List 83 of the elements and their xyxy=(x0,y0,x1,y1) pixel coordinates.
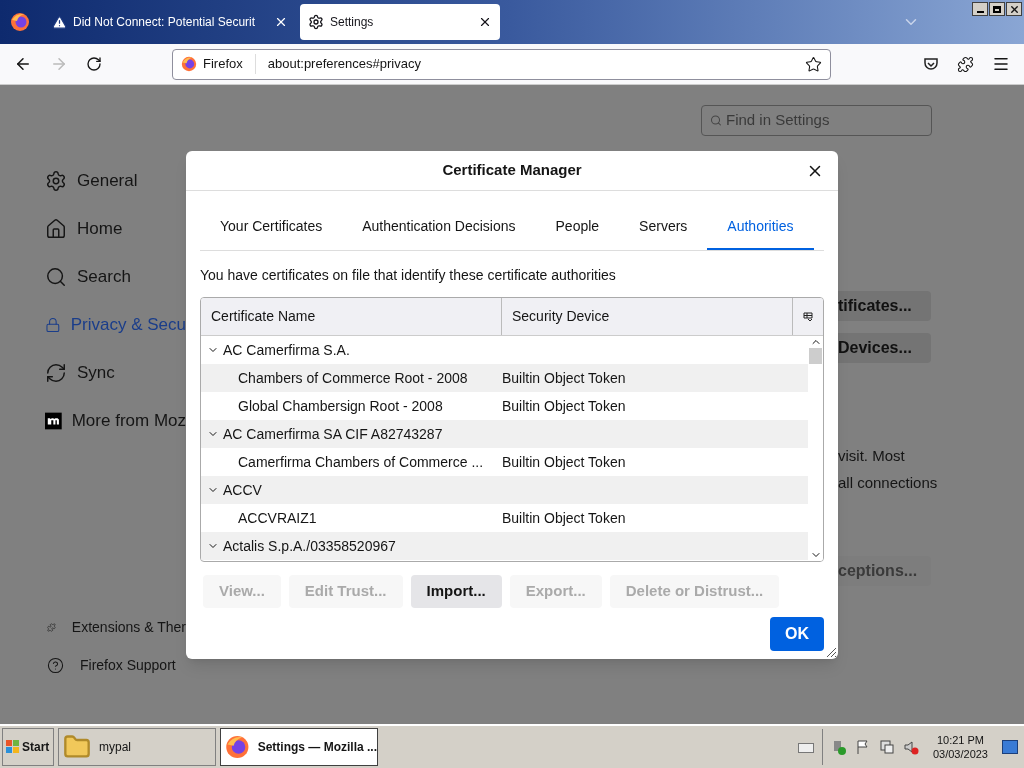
search-field[interactable]: Find in Settings xyxy=(701,105,932,136)
taskbar-button[interactable]: mypal xyxy=(58,728,216,766)
description-text: visit. Most xyxy=(838,446,905,466)
desktop-icon[interactable] xyxy=(1002,740,1018,754)
tab-title: Settings xyxy=(330,14,375,31)
pocket-icon[interactable] xyxy=(923,56,939,72)
group-label[interactable]: AC Camerfirma SA CIF A82743287 xyxy=(223,423,443,445)
address-bar[interactable]: Firefox about:preferences#privacy xyxy=(172,48,831,80)
minimize-window-icon[interactable] xyxy=(972,2,988,16)
group-label[interactable]: Actalis S.p.A./03358520967 xyxy=(223,535,396,557)
dialog-title: Certificate Manager xyxy=(442,160,582,181)
tree-row[interactable]: ACCV xyxy=(201,476,808,504)
close-window-icon[interactable] xyxy=(1006,2,1022,16)
menu-icon[interactable] xyxy=(992,55,1010,73)
table-cell-text: Builtin Object Token xyxy=(502,452,626,472)
description-text: You have certificates on file that identify these certificate authorities xyxy=(200,266,617,285)
table-cell-text: Chambers of Commerce Root - 2008 xyxy=(238,368,469,388)
footer-link[interactable]: Extensions & Ther xyxy=(45,608,186,646)
taskbar-button[interactable]: Settings — Mozilla ... xyxy=(220,728,378,766)
house-icon xyxy=(45,218,67,240)
scrollbar-thumb[interactable] xyxy=(809,348,822,364)
description-text: all connections xyxy=(838,473,938,493)
gear-icon xyxy=(308,14,324,30)
tree-row[interactable]: AC Camerfirma SA CIF A82743287 xyxy=(201,420,808,448)
browser-tab[interactable]: Settings xyxy=(300,4,500,40)
start-button[interactable]: Start xyxy=(2,728,54,766)
warning-icon xyxy=(52,14,67,30)
search-input[interactable]: Find in Settings xyxy=(726,109,923,132)
dialog-tab[interactable]: Authorities xyxy=(707,205,814,250)
url-text: about:preferences#privacy xyxy=(267,55,422,74)
tree-row[interactable]: Chambers of Commerce Root - 2008 Builtin Object Token xyxy=(201,364,808,392)
search-icon xyxy=(710,114,722,127)
column-picker-icon[interactable] xyxy=(803,311,813,322)
nav-item[interactable]: More from Moz xyxy=(45,397,186,445)
dialog-tab[interactable]: People xyxy=(535,205,620,250)
search-icon xyxy=(45,266,67,288)
help-icon xyxy=(47,656,64,674)
ok-button[interactable]: OK xyxy=(770,617,824,651)
table-cell-text: Builtin Object Token xyxy=(502,508,626,528)
table-cell-text: Builtin Object Token xyxy=(502,396,626,416)
settings-button[interactable]: tificates... xyxy=(838,291,931,321)
table-cell-text: ACCVRAIZ1 xyxy=(238,508,318,528)
dialog-button[interactable]: Import... xyxy=(410,575,502,608)
computer-icon[interactable] xyxy=(878,739,895,755)
close-icon[interactable] xyxy=(478,15,492,29)
keyboard-icon[interactable] xyxy=(797,741,814,753)
column-header[interactable]: Certificate Name xyxy=(201,298,502,335)
restore-window-icon[interactable] xyxy=(989,2,1005,16)
table-cell-text: Camerfirma Chambers of Commerce ... xyxy=(238,452,485,472)
nav-item[interactable]: Sync xyxy=(45,349,186,397)
table-cell-text: Builtin Object Token xyxy=(502,368,626,388)
muted-speaker-icon[interactable] xyxy=(902,739,919,755)
dialog-tab[interactable]: Your Certificates xyxy=(200,205,343,250)
dialog-tab[interactable]: Authentication Decisions xyxy=(342,205,536,250)
footer-link[interactable]: Firefox Support xyxy=(45,646,186,684)
star-icon[interactable] xyxy=(805,55,822,73)
browser-tab[interactable]: Did Not Connect: Potential Securit xyxy=(44,4,296,40)
gear-icon xyxy=(45,170,67,192)
back-icon[interactable] xyxy=(14,55,32,73)
tab-title: Did Not Connect: Potential Securit xyxy=(73,14,257,31)
tree-row[interactable]: Actalis S.p.A./03358520967 xyxy=(201,532,808,560)
resize-grip-icon[interactable] xyxy=(826,647,837,658)
sync-icon xyxy=(45,362,67,384)
clock-date: 03/03/2023 xyxy=(932,747,988,761)
group-label[interactable]: ACCV xyxy=(223,479,262,501)
flag-icon[interactable] xyxy=(854,739,871,755)
folder-icon xyxy=(63,733,91,761)
reload-icon[interactable] xyxy=(86,56,102,72)
dialog-tab[interactable]: Servers xyxy=(619,205,708,250)
windows-logo-icon xyxy=(6,740,20,754)
group-label[interactable]: AC Camerfirma S.A. xyxy=(223,339,350,361)
firefox-logo-icon xyxy=(10,12,30,32)
close-icon[interactable] xyxy=(274,15,288,29)
settings-button[interactable]: Devices... xyxy=(838,333,931,363)
clock-time: 10:21 PM xyxy=(936,733,984,747)
identity-label: Firefox xyxy=(203,54,256,74)
nav-item[interactable]: Home xyxy=(45,205,186,253)
table-cell-text: Global Chambersign Root - 2008 xyxy=(238,396,444,416)
column-header[interactable]: Security Device xyxy=(502,298,793,335)
firefox-logo-icon xyxy=(181,56,197,72)
nav-item[interactable]: General xyxy=(45,157,186,205)
puzzle-icon[interactable] xyxy=(957,55,974,73)
nav-item[interactable]: Search xyxy=(45,253,186,301)
